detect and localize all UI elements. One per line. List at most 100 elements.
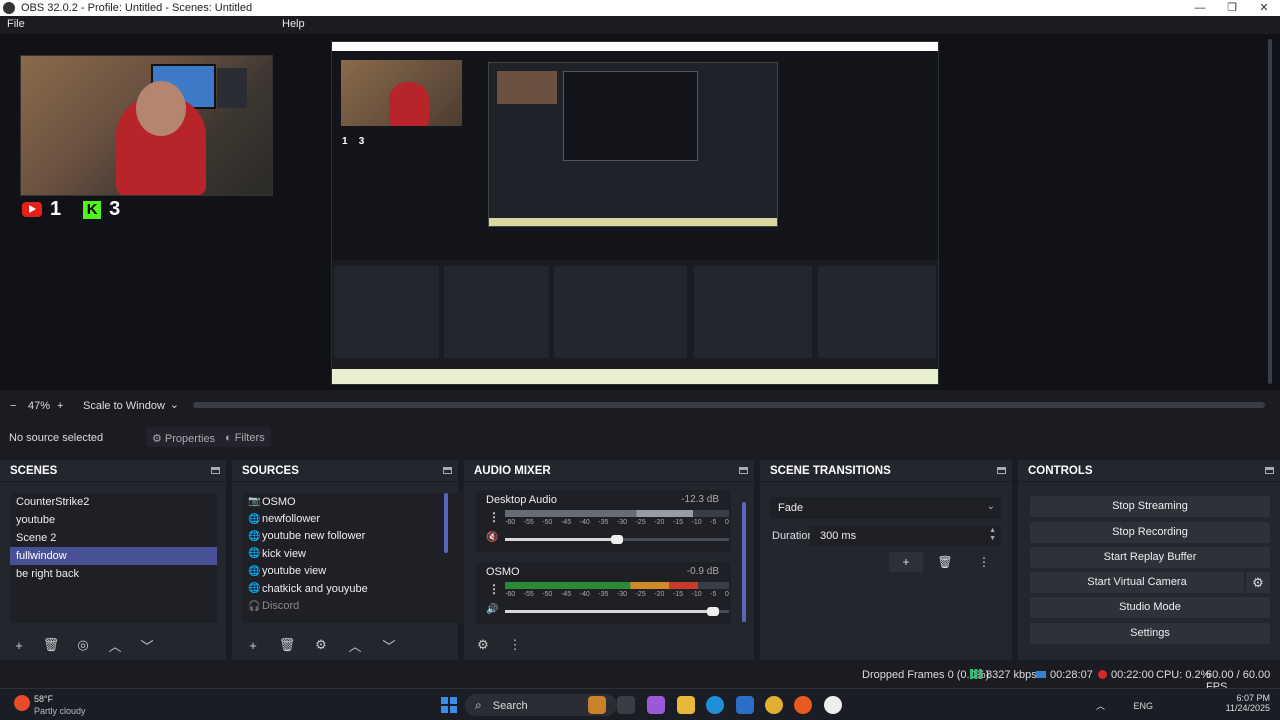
preview-scrollbar[interactable] [1266,34,1274,390]
windows-start-icon[interactable] [441,697,457,713]
menu-bar: File Help [0,16,1280,34]
scene-item[interactable]: youtube [10,511,217,529]
system-tray[interactable]: ︿ ENG [1096,699,1153,712]
move-up-icon[interactable]: ︿ [346,636,364,655]
menu-file[interactable]: File [7,18,25,30]
task-view-icon[interactable] [617,696,635,714]
properties-label: Properties [164,433,216,445]
stream-time: 00:28:07 [1036,669,1093,681]
studio-mode-button[interactable]: Studio Mode [1030,597,1270,618]
start-virtual-camera-button[interactable]: Start Virtual Camera [1030,572,1244,593]
more-icon[interactable]: ⋮ [488,510,500,524]
mixer-channel: Desktop Audio -12.3 dB ⋮ -60 -55 -50 -45 -40 -35… [476,490,731,552]
file-explorer-icon[interactable] [677,696,695,714]
nested-inner-webcam [497,71,557,104]
clock[interactable]: 6:07 PM 11/24/2025 [1226,693,1270,713]
more-icon[interactable]: ⋮ [967,552,1001,572]
scene-item[interactable]: fullwindow [10,547,217,565]
mixer-footer: ⚙ ⋮ [464,630,754,660]
muted-speaker-icon[interactable]: 🔇 [486,532,498,543]
nested-taskbar [332,369,938,384]
move-up-icon[interactable]: ︿ [106,636,124,655]
trash-icon[interactable]: 🗑 [42,637,60,653]
meter-tick: -30 [616,591,628,598]
store-icon[interactable] [736,696,754,714]
firefox-icon[interactable] [794,696,812,714]
gear-icon[interactable]: ⚙ [312,637,330,653]
properties-button[interactable]: ⚙ Properties [146,427,222,447]
meter-tick: -40 [579,519,590,526]
move-down-icon[interactable]: ﹀ [380,636,398,655]
edge-icon[interactable] [706,696,724,714]
preview-canvas[interactable]: 1 K 3 1 3 [0,34,1280,390]
slider-handle[interactable] [707,607,720,616]
close-button[interactable]: ✕ [1248,0,1280,16]
undock-icon[interactable] [1265,467,1274,474]
volume-slider[interactable] [505,535,729,544]
trash-icon[interactable]: 🗑 [278,637,296,653]
maximize-button[interactable]: ❐ [1216,0,1248,16]
minimize-button[interactable]: — [1184,0,1216,16]
scene-item[interactable]: CounterStrike2 [10,493,217,511]
more-icon[interactable]: ⋮ [506,637,524,653]
undock-icon[interactable] [739,467,748,474]
slider-handle[interactable] [611,535,623,544]
speaker-icon[interactable]: 🔊 [486,604,498,615]
scene-transitions-dock: SCENE TRANSITIONS Fade ⌄ Duration 300 ms… [760,460,1012,660]
trash-icon[interactable]: 🗑 [928,552,962,572]
mixer-scrollbar[interactable] [742,502,746,622]
nested-webcam [341,60,462,126]
nested-docks [332,260,938,370]
spinner-icon[interactable]: ▲ ▼ [989,527,996,543]
widget-icon[interactable] [588,696,606,714]
undock-icon[interactable] [211,467,220,474]
add-transition-button[interactable]: + [889,552,923,572]
no-source-label: No source selected [9,432,104,444]
undock-icon[interactable] [997,467,1006,474]
move-down-icon[interactable]: ﹀ [138,636,156,655]
filter-icon[interactable]: ◎ [74,637,92,653]
volume-slider[interactable] [505,607,729,616]
add-icon[interactable]: + [244,638,262,653]
sources-footer: + 🗑 ⚙ ︿ ﹀ [232,630,458,660]
webcam-source [20,55,273,196]
gear-icon[interactable]: ⚙ [474,637,492,653]
zoom-in-button[interactable]: + [57,400,63,412]
source-name: Discord [262,600,300,613]
start-replay-buffer-button[interactable]: Start Replay Buffer [1030,547,1270,568]
copilot-icon[interactable] [647,696,665,714]
menu-help[interactable]: Help [282,18,305,30]
duration-field[interactable]: 300 ms ▲ ▼ [810,526,1001,546]
channel-db: -0.9 dB [686,566,719,577]
horizontal-scrollbar[interactable] [193,402,1265,408]
sources-scrollbar[interactable] [444,493,448,553]
transition-select[interactable]: Fade ⌄ [770,497,1001,519]
stop-streaming-button[interactable]: Stop Streaming [1030,496,1270,517]
tray-overflow-icon[interactable]: ︿ [1096,701,1105,711]
scale-mode-select[interactable]: Scale to Window ⌄ [78,398,184,414]
add-icon[interactable]: + [10,638,28,653]
obs-icon[interactable] [824,696,842,714]
scene-item[interactable]: be right back [10,565,217,583]
tray-lang[interactable]: ENG [1134,701,1154,711]
meter-tick: -20 [654,591,665,598]
sources-title: SOURCES [242,464,299,477]
more-icon[interactable]: ⋮ [488,582,500,596]
gear-icon[interactable]: ⚙ [1246,572,1270,593]
kick-icon: K [83,200,102,219]
meter-tick: 0 [724,591,729,598]
stop-recording-button[interactable]: Stop Recording [1030,522,1270,543]
settings-button[interactable]: Settings [1030,623,1270,644]
undock-icon[interactable] [443,467,452,474]
audio-mixer-dock: AUDIO MIXER Desktop Audio -12.3 dB ⋮ -60 -55… [464,460,754,660]
meter-tick: -35 [598,591,609,598]
scene-item[interactable]: Scene 2 [10,529,217,547]
window-controls: — ❐ ✕ [1184,0,1280,16]
filters-label: Filters [234,432,265,444]
chrome-icon[interactable] [765,696,783,714]
clock-date: 11/24/2025 [1225,703,1270,713]
record-icon [1098,670,1107,679]
duration-value: 300 ms [820,530,857,542]
filters-button[interactable]: ◐ Filters [219,427,271,447]
zoom-out-button[interactable]: − [10,400,16,412]
